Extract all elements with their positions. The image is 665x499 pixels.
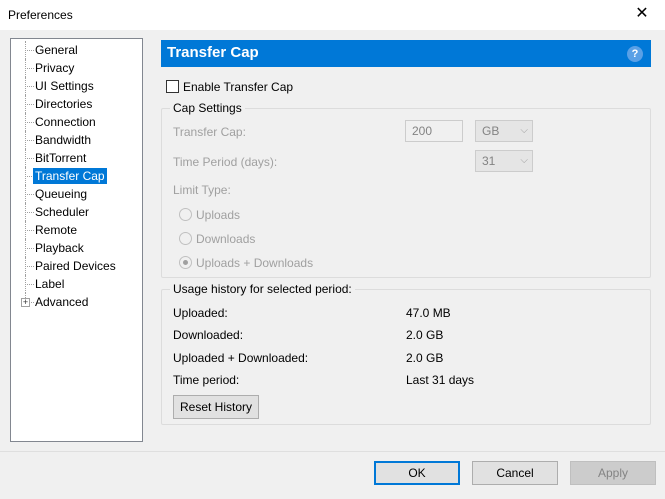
usage-label-total: Uploaded + Downloaded: <box>173 351 309 365</box>
reset-history-button[interactable]: Reset History <box>173 395 259 419</box>
radio-label: Downloads <box>196 232 256 246</box>
ok-button[interactable]: OK <box>374 461 460 485</box>
tree-item-label: BitTorrent <box>35 151 87 165</box>
window-title: Preferences <box>8 8 73 22</box>
cancel-button[interactable]: Cancel <box>472 461 558 485</box>
tree-item-label: Directories <box>35 97 93 111</box>
help-icon[interactable]: ? <box>627 46 643 62</box>
title-bar: Preferences ✕ <box>0 0 665 30</box>
checkbox-box[interactable] <box>166 80 179 93</box>
chevron-down-icon: ⌵ <box>520 155 528 166</box>
tree-item-queueing[interactable]: Queueing <box>11 185 142 203</box>
preferences-tree[interactable]: General Privacy UI Settings Directories … <box>10 38 143 442</box>
tree-item-label: Bandwidth <box>35 133 92 147</box>
tree-item-label: Connection <box>35 115 96 129</box>
tree-item-ui-settings[interactable]: UI Settings <box>11 77 142 95</box>
footer-divider <box>0 451 665 452</box>
group-title: Cap Settings <box>170 101 245 115</box>
usage-value-uploaded: 47.0 MB <box>406 306 451 320</box>
tree-item-label: Advanced <box>35 295 89 309</box>
radio-label: Uploads + Downloads <box>196 256 314 270</box>
tree-item-privacy[interactable]: Privacy <box>11 59 142 77</box>
transfer-cap-input[interactable]: 200 <box>405 120 463 142</box>
usage-label-downloaded: Downloaded: <box>173 328 244 342</box>
usage-value-downloaded: 2.0 GB <box>406 328 444 342</box>
transfer-cap-unit-select[interactable]: GB ⌵ <box>475 120 533 142</box>
tree-item-connection[interactable]: Connection <box>11 113 142 131</box>
tree-item-label: Transfer Cap <box>33 168 107 184</box>
tree-item-paired-devices[interactable]: Paired Devices <box>11 257 142 275</box>
time-period-label: Time Period (days): <box>173 155 278 169</box>
usage-label-time-period: Time period: <box>173 373 240 387</box>
usage-value-time-period: Last 31 days <box>406 373 475 387</box>
tree-item-label: Queueing <box>35 187 88 201</box>
transfer-cap-label: Transfer Cap: <box>173 125 246 139</box>
radio-label: Uploads <box>196 208 241 222</box>
tree-item-label: Remote <box>35 223 78 237</box>
tree-item-label: Label <box>35 277 65 291</box>
tree-item-label: Paired Devices <box>35 259 116 273</box>
limit-type-label: Limit Type: <box>173 183 231 197</box>
tree-item-label: Playback <box>35 241 84 255</box>
tree-item-label: General <box>35 43 78 57</box>
tree-item-bittorrent[interactable]: BitTorrent <box>11 149 142 167</box>
select-value: GB <box>482 124 500 138</box>
time-period-select[interactable]: 31 ⌵ <box>475 150 533 172</box>
expand-plus-icon[interactable]: + <box>21 298 30 307</box>
chevron-down-icon: ⌵ <box>520 125 528 136</box>
tree-item-general[interactable]: General <box>11 41 142 59</box>
page-header: Transfer Cap ? <box>161 40 651 67</box>
close-icon[interactable]: ✕ <box>619 0 665 30</box>
tree-item-label: Scheduler <box>35 205 90 219</box>
tree-item-playback[interactable]: Playback <box>11 239 142 257</box>
radio-circle[interactable] <box>179 232 192 245</box>
tree-item-directories[interactable]: Directories <box>11 95 142 113</box>
tree-item-label-node[interactable]: Label <box>11 275 142 293</box>
select-value: 31 <box>482 154 496 168</box>
radio-circle[interactable] <box>179 208 192 221</box>
usage-label-uploaded: Uploaded: <box>173 306 228 320</box>
tree-item-label: Privacy <box>35 61 75 75</box>
apply-button[interactable]: Apply <box>570 461 656 485</box>
tree-item-bandwidth[interactable]: Bandwidth <box>11 131 142 149</box>
checkbox-label: Enable Transfer Cap <box>183 80 294 94</box>
page-title: Transfer Cap <box>167 44 259 61</box>
radio-circle[interactable] <box>179 256 192 269</box>
tree-item-scheduler[interactable]: Scheduler <box>11 203 142 221</box>
tree-item-advanced[interactable]: + Advanced <box>11 293 142 311</box>
tree-item-remote[interactable]: Remote <box>11 221 142 239</box>
tree-item-label: UI Settings <box>35 79 94 93</box>
usage-value-total: 2.0 GB <box>406 351 444 365</box>
tree-item-transfer-cap[interactable]: Transfer Cap <box>11 167 142 185</box>
group-title: Usage history for selected period: <box>170 282 355 296</box>
